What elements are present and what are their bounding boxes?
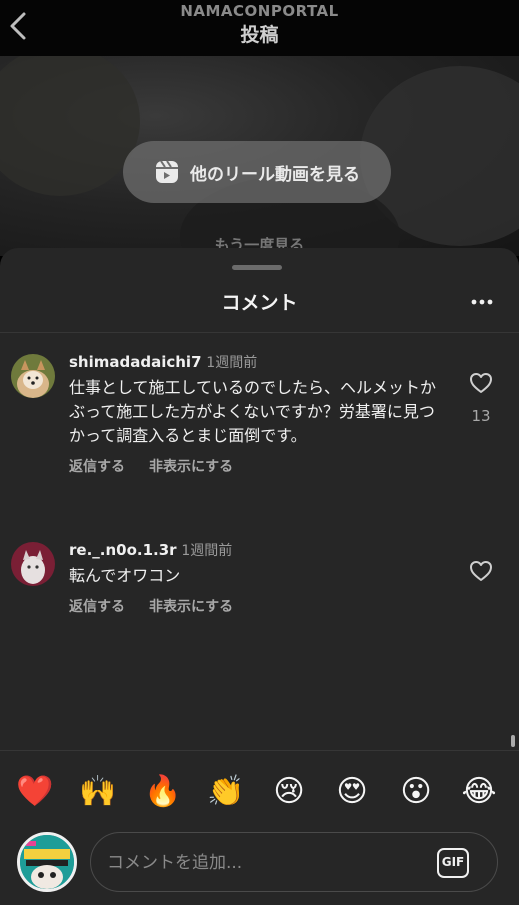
emoji-clap[interactable]: 👏: [206, 772, 246, 812]
emoji-fire[interactable]: 🔥: [143, 772, 183, 812]
comment-username[interactable]: shimadadaichi7: [69, 353, 202, 371]
emoji-laughing[interactable]: 😂: [459, 772, 499, 812]
comment-text: 仕事として施工しているのでしたら、ヘルメットかぶって施工した方がよくないですか？…: [69, 378, 437, 445]
composer-divider: [0, 750, 519, 751]
my-avatar[interactable]: [17, 832, 77, 892]
sheet-title: コメント: [221, 292, 298, 314]
avatar[interactable]: [11, 354, 55, 398]
emoji-heart-eyes[interactable]: 😍: [332, 772, 372, 812]
see-more-reels-button[interactable]: 他のリール動画を見る: [123, 141, 391, 203]
gif-button[interactable]: GIF: [437, 848, 469, 878]
emoji-raised-hands[interactable]: 🙌: [78, 772, 118, 812]
more-options-icon[interactable]: [470, 292, 494, 312]
emoji-reaction-row: ❤️ 🙌 🔥 👏 😢 😍 😮 😂: [0, 772, 519, 812]
avatar[interactable]: [11, 542, 55, 586]
header-divider: [0, 332, 519, 333]
reply-button[interactable]: 返信する: [69, 456, 125, 476]
reels-icon: [156, 160, 178, 183]
reply-button[interactable]: 返信する: [69, 596, 125, 616]
comment-time: 1週間前: [206, 355, 258, 371]
comment-input[interactable]: [107, 845, 427, 881]
hide-button[interactable]: 非表示にする: [149, 456, 233, 476]
comment-composer: GIF: [90, 832, 498, 892]
comment-time: 1週間前: [181, 543, 233, 559]
see-more-reels-label: 他のリール動画を見る: [190, 164, 360, 185]
scrollbar[interactable]: [511, 735, 515, 747]
emoji-surprised[interactable]: 😮: [396, 772, 436, 812]
like-heart-icon[interactable]: [469, 560, 493, 582]
top-bar: NAMACONPORTAL 投稿: [0, 0, 519, 56]
like-count: 13: [471, 407, 491, 425]
comments-sheet: コメント shimadadaichi7 1週間前 仕事として施工しているのでした…: [0, 248, 519, 905]
comment-text: 転んでオワコン: [69, 566, 181, 585]
emoji-heart[interactable]: ❤️: [15, 772, 55, 812]
video-preview: 他のリール動画を見る もう一度見る: [0, 56, 519, 256]
account-name: NAMACONPORTAL: [180, 2, 339, 20]
page-title: 投稿: [240, 24, 279, 46]
comment-username[interactable]: re._.n0o.1.3r: [69, 541, 177, 559]
sheet-drag-handle[interactable]: [232, 265, 282, 270]
hide-button[interactable]: 非表示にする: [149, 596, 233, 616]
emoji-crying[interactable]: 😢: [269, 772, 309, 812]
like-heart-icon[interactable]: [469, 372, 493, 394]
